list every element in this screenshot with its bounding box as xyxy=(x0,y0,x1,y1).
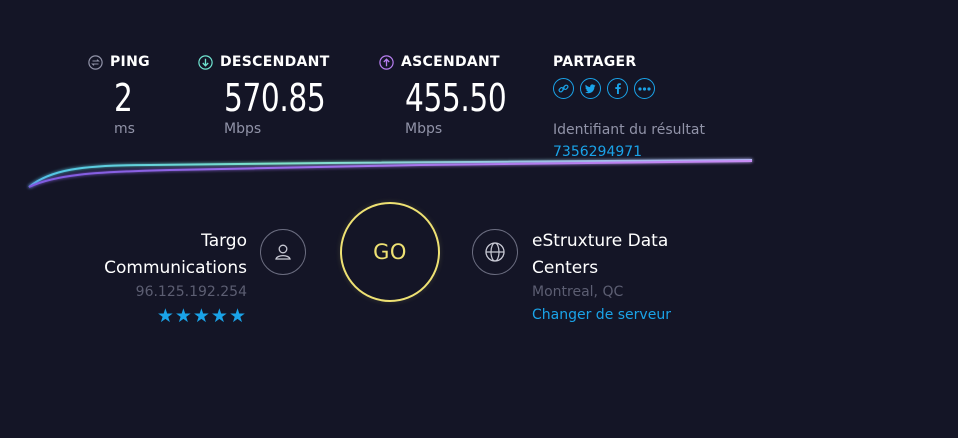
isp-name-line2: Communications xyxy=(104,258,247,278)
speedtest-panel: PING 2 ms DESCENDANT 570.85 Mbps ASCENDA… xyxy=(0,0,958,438)
server-location: Montreal, QC xyxy=(532,284,624,300)
user-icon xyxy=(260,229,306,275)
change-server-link[interactable]: Changer de serveur xyxy=(532,307,671,323)
download-graph-line xyxy=(28,159,753,188)
globe-icon xyxy=(472,229,518,275)
server-name-line1: eStruxture Data xyxy=(532,231,669,251)
server-name: eStruxture Data Centers xyxy=(532,228,732,282)
isp-name-line1: Targo xyxy=(201,231,247,251)
server-name-line2: Centers xyxy=(532,258,599,278)
go-button[interactable]: GO xyxy=(340,202,440,302)
isp-ip-address: 96.125.192.254 xyxy=(135,284,247,300)
isp-name: Targo Communications xyxy=(104,228,247,282)
isp-rating-stars[interactable]: ★★★★★ xyxy=(157,305,247,327)
speed-graph xyxy=(28,159,753,188)
